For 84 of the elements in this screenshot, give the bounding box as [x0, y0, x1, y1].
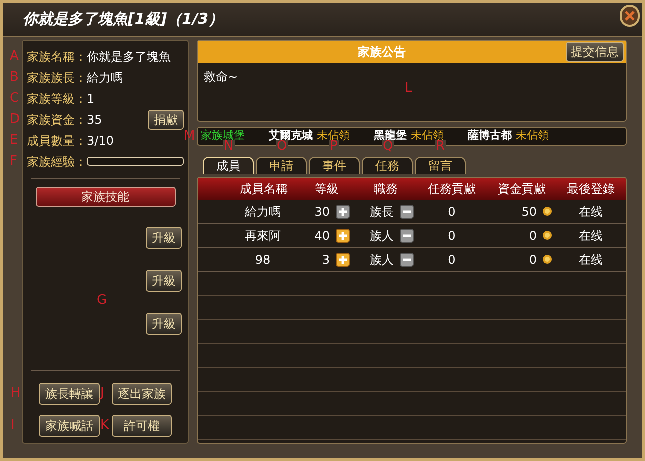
- game-button[interactable]: 升級: [146, 270, 182, 292]
- annotation-letter: H: [11, 387, 21, 400]
- tab[interactable]: 申請: [256, 157, 307, 174]
- table-cell-text: 40: [314, 228, 330, 244]
- info-value: 你就是多了塊魚: [87, 48, 171, 66]
- castle-name: 薩博古都: [468, 128, 512, 144]
- coin-icon: [543, 255, 552, 264]
- table-cell-text: 在线: [578, 252, 604, 268]
- tab[interactable]: 任務: [362, 157, 413, 174]
- tab[interactable]: 留言: [415, 157, 466, 174]
- game-button[interactable]: 許可權: [112, 415, 172, 437]
- column-header: 等級: [314, 181, 340, 198]
- notice-text: 救命~: [203, 69, 240, 86]
- game-button[interactable]: 家族喊話: [39, 415, 100, 437]
- annotation-letter: D: [10, 113, 20, 126]
- column-header: 任務貢獻: [427, 181, 477, 198]
- table-cell-text: 0: [447, 252, 457, 268]
- table-cell-text: 族人: [370, 228, 394, 244]
- annotation-letter: N: [223, 140, 235, 153]
- column-header: 最後登錄: [566, 181, 616, 198]
- info-label: 成員數量：: [27, 132, 87, 150]
- game-button[interactable]: 族長轉讓: [39, 383, 100, 405]
- minus-icon[interactable]: [400, 252, 414, 266]
- annotation-letter: K: [100, 419, 110, 432]
- info-value: 3/10: [87, 132, 114, 150]
- minus-icon[interactable]: [400, 228, 414, 242]
- skills-ribbon: 家族技能: [36, 187, 176, 207]
- info-label: 家族族長：: [27, 70, 87, 86]
- plus-icon[interactable]: [336, 252, 350, 266]
- annotation-letter: E: [10, 134, 18, 147]
- castle-name: 艾爾克城: [269, 128, 313, 142]
- annotation-letter: P: [329, 140, 339, 153]
- info-value: 35: [87, 112, 102, 128]
- info-label: 家族名稱：: [27, 48, 87, 66]
- window-title: 你就是多了塊魚[1級]（1/3）: [23, 9, 224, 30]
- tab[interactable]: 成員: [203, 157, 254, 174]
- annotation-letter: Q: [382, 140, 394, 153]
- game-button[interactable]: 逐出家族: [112, 383, 172, 405]
- info-label: 家族等級：: [27, 90, 87, 108]
- annotation-letter: L: [405, 82, 412, 95]
- minus-icon[interactable]: [400, 204, 414, 218]
- table-cell-text: 族人: [370, 252, 394, 268]
- table-cell-text: 3: [322, 252, 330, 268]
- table-cell-text: 0: [447, 204, 457, 220]
- table-cell-text: 再來阿: [244, 228, 282, 244]
- annotation-letter: O: [276, 140, 288, 153]
- tab[interactable]: 事件: [309, 157, 360, 174]
- table-cell-text: 族長: [370, 204, 394, 220]
- table-cell-text: 50: [522, 204, 537, 220]
- table-cell-text: 在线: [578, 228, 604, 244]
- info-label: 家族經驗：: [27, 154, 87, 170]
- column-header: 成員名稱: [239, 181, 289, 198]
- coin-icon: [543, 207, 552, 216]
- table-cell-text: 給力嗎: [244, 204, 282, 220]
- table-cell-text: 98: [254, 252, 272, 268]
- notice-title: 家族公告: [357, 44, 407, 61]
- annotation-letter: R: [435, 140, 446, 153]
- game-button[interactable]: 捐獻: [148, 110, 184, 130]
- table-cell-text: 0: [529, 252, 537, 268]
- game-button[interactable]: 升級: [146, 313, 182, 335]
- castle-status: 未佔領: [516, 128, 549, 144]
- info-value: 給力嗎: [87, 70, 123, 86]
- game-button[interactable]: 升級: [146, 227, 182, 249]
- annotation-letter: G: [97, 294, 108, 307]
- table-cell-text: 0: [529, 228, 537, 244]
- annotation-letter: I: [11, 419, 15, 432]
- annotation-letter: B: [10, 71, 19, 84]
- table-cell-text: 30: [314, 204, 330, 220]
- annotation-letter: F: [10, 155, 18, 168]
- game-button[interactable]: 提交信息: [566, 42, 624, 62]
- plus-icon[interactable]: [336, 204, 350, 218]
- annotation-letter: J: [100, 387, 104, 400]
- plus-icon[interactable]: [336, 228, 350, 242]
- annotation-letter: A: [10, 50, 19, 63]
- annotation-letter: M: [184, 130, 196, 143]
- info-value: 1: [87, 90, 95, 108]
- column-header: 職務: [373, 181, 399, 198]
- table-cell-text: 0: [447, 228, 457, 244]
- close-icon: [624, 10, 636, 22]
- coin-icon: [543, 231, 552, 240]
- info-label: 家族資金：: [27, 112, 87, 128]
- table-cell-text: 在线: [578, 204, 604, 220]
- annotation-letter: C: [10, 92, 20, 105]
- column-header: 資金貢獻: [497, 181, 547, 198]
